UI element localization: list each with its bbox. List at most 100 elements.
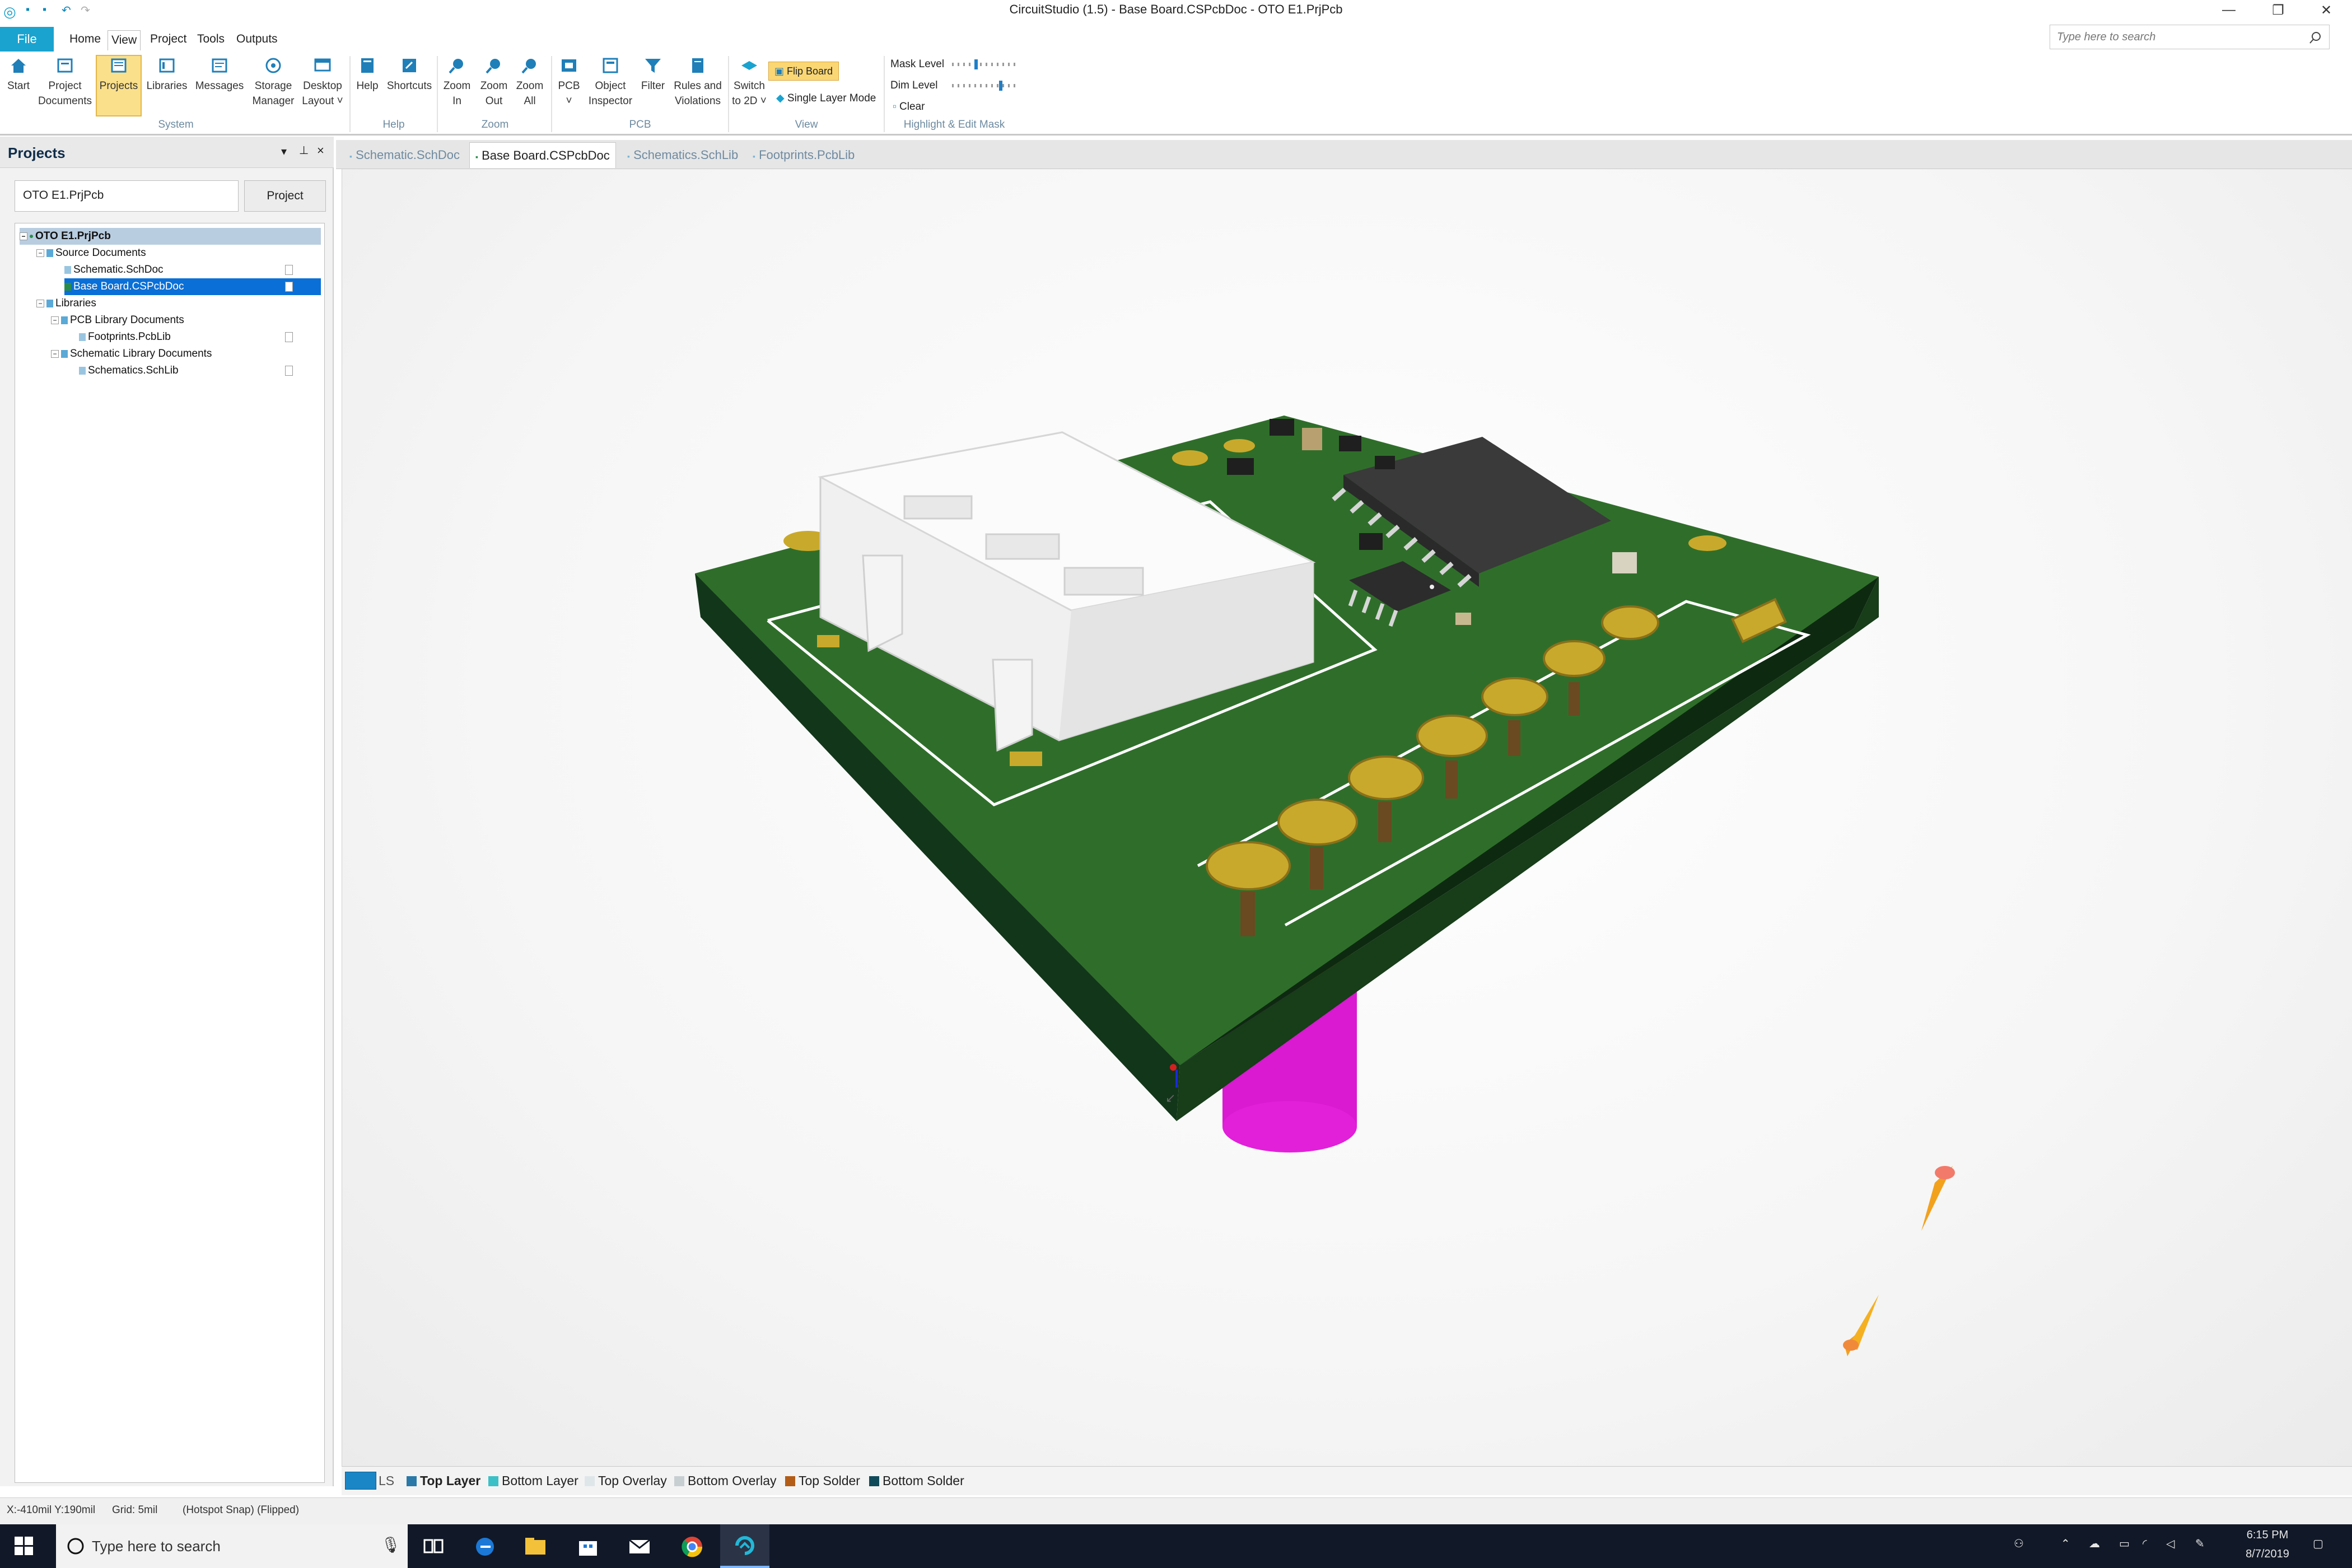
mask-level-slider[interactable]: [952, 63, 1019, 66]
tree-item-schematics-lib[interactable]: Schematics.SchLib: [79, 362, 321, 379]
mail-icon[interactable]: [627, 1534, 652, 1559]
notifications-icon[interactable]: ▢: [2313, 1537, 2323, 1551]
single-layer-mode-button[interactable]: ◆ Single Layer Mode: [776, 92, 876, 105]
project-documents-button[interactable]: Project Documents: [37, 56, 93, 109]
chrome-icon[interactable]: [680, 1534, 704, 1559]
tree-item-project[interactable]: − OTO E1.PrjPcb: [20, 228, 321, 245]
layer-tab-bottom-solder[interactable]: Bottom Solder: [869, 1472, 964, 1490]
search-icon[interactable]: [2309, 31, 2322, 44]
tree-item-source-documents[interactable]: − Source Documents: [36, 245, 321, 262]
tree-item-pcb-library-documents[interactable]: − PCB Library Documents: [51, 312, 321, 329]
tree-item-schematic[interactable]: Schematic.SchDoc: [64, 262, 321, 278]
layer-tab-top-solder[interactable]: Top Solder: [785, 1472, 860, 1490]
menu-view[interactable]: View: [108, 30, 141, 50]
pcb-3d-viewport[interactable]: ↙: [342, 169, 2352, 1466]
layer-label: Top Overlay: [598, 1473, 667, 1488]
panel-menu-icon[interactable]: ▾: [281, 144, 287, 158]
shortcuts-button[interactable]: Shortcuts: [384, 56, 435, 94]
filter-button[interactable]: Filter: [636, 56, 670, 94]
minimize-icon[interactable]: —: [2212, 2, 2246, 18]
start-label: Start: [7, 80, 30, 92]
network-icon[interactable]: ◜: [2143, 1537, 2147, 1551]
taskbar-time[interactable]: 6:15 PM: [2237, 1529, 2298, 1542]
zoom-all-label-1: Zoom: [516, 80, 544, 92]
taskbar-date[interactable]: 8/7/2019: [2237, 1548, 2298, 1561]
windows-start-icon[interactable]: [15, 1537, 34, 1556]
start-button[interactable]: Start: [3, 56, 34, 94]
taskbar-circuitstudio-active[interactable]: [720, 1524, 769, 1568]
edge-browser-icon[interactable]: [473, 1534, 497, 1559]
current-layer-color-swatch[interactable]: [345, 1472, 376, 1490]
search-box[interactable]: Type here to search: [2050, 25, 2330, 49]
layer-tab-bottom-overlay[interactable]: Bottom Overlay: [674, 1472, 777, 1490]
tab-footprints-pcblib[interactable]: ▪ Footprints.PcbLib: [747, 142, 860, 168]
clear-mask-button[interactable]: ▫ Clear: [893, 101, 925, 113]
mask-level-knob[interactable]: [974, 59, 978, 69]
object-inspector-button[interactable]: Object Inspector: [586, 56, 635, 109]
file-explorer-icon[interactable]: [523, 1534, 548, 1559]
collapse-icon[interactable]: −: [20, 232, 27, 240]
menu-home[interactable]: Home: [66, 32, 104, 46]
flip-board-button[interactable]: ▣ Flip Board: [768, 62, 839, 81]
pen-icon[interactable]: ✎: [2195, 1537, 2205, 1551]
store-icon[interactable]: [576, 1534, 600, 1559]
battery-icon[interactable]: ▭: [2119, 1537, 2130, 1551]
taskbar-search-box[interactable]: Type here to search 🎙: [56, 1524, 408, 1568]
restore-icon[interactable]: ❐: [2261, 2, 2295, 18]
object-label-1: Object: [595, 80, 626, 92]
dim-level-knob[interactable]: [999, 81, 1002, 91]
tree-label: Schematic Library Documents: [70, 348, 212, 360]
file-menu[interactable]: File: [0, 27, 54, 52]
menu-tools[interactable]: Tools: [194, 32, 228, 46]
volume-icon[interactable]: ◁: [2166, 1537, 2174, 1551]
tree-item-schematic-library-documents[interactable]: − Schematic Library Documents: [51, 346, 321, 362]
layer-set-ls[interactable]: LS: [379, 1472, 394, 1490]
layer-label: Bottom Layer: [502, 1473, 578, 1488]
layer-tab-top-layer[interactable]: Top Layer: [407, 1472, 480, 1490]
tree-item-footprints[interactable]: Footprints.PcbLib: [79, 329, 321, 346]
people-icon[interactable]: ⚇: [2014, 1537, 2024, 1551]
tab-base-board[interactable]: ▪ Base Board.CSPcbDoc: [469, 142, 616, 168]
tree-label: PCB Library Documents: [70, 314, 184, 326]
project-name-field[interactable]: OTO E1.PrjPcb: [15, 180, 239, 212]
task-view-icon[interactable]: [421, 1534, 446, 1559]
collapse-icon[interactable]: −: [51, 349, 59, 358]
layer-tab-top-overlay[interactable]: Top Overlay: [585, 1472, 667, 1490]
collapse-icon[interactable]: −: [51, 316, 59, 324]
tab-schematics-schlib[interactable]: ▪ Schematics.SchLib: [622, 142, 744, 168]
tree-item-base-board[interactable]: Base Board.CSPcbDoc: [64, 278, 321, 295]
messages-button[interactable]: Messages: [193, 56, 246, 94]
storage-manager-button[interactable]: Storage Manager: [249, 56, 298, 109]
layer-swatch: [488, 1476, 498, 1486]
help-button[interactable]: Help: [352, 56, 383, 94]
desktop-layout-button[interactable]: Desktop Layout ˅: [300, 56, 345, 109]
pcb-button[interactable]: PCB ˅: [553, 56, 585, 109]
group-zoom: Zoom: [481, 119, 509, 130]
zoom-out-button[interactable]: Zoom Out: [477, 56, 511, 109]
tree-item-libraries[interactable]: − Libraries: [36, 295, 321, 312]
collapse-icon[interactable]: −: [36, 299, 44, 307]
pin-icon[interactable]: ⊥: [299, 143, 309, 157]
panel-close-icon[interactable]: ×: [317, 143, 324, 158]
collapse-icon[interactable]: −: [36, 249, 44, 257]
projects-button[interactable]: Projects: [96, 56, 141, 94]
project-button[interactable]: Project: [244, 180, 326, 212]
tab-schematic-schdoc[interactable]: ▪ Schematic.SchDoc: [344, 142, 465, 168]
dim-level-slider[interactable]: [952, 84, 1019, 87]
microphone-icon[interactable]: 🎙: [381, 1536, 401, 1554]
onedrive-icon[interactable]: ☁: [2089, 1537, 2100, 1551]
rules-violations-button[interactable]: Rules and Violations: [670, 56, 726, 109]
zoom-in-button[interactable]: Zoom In: [440, 56, 474, 109]
tab-label: Base Board.CSPcbDoc: [482, 148, 610, 162]
menu-outputs[interactable]: Outputs: [233, 32, 281, 46]
pcb-3d-render: ↙: [695, 416, 1955, 1356]
tray-overflow-icon[interactable]: ⌃: [2061, 1537, 2070, 1551]
cursor-coordinates: X:-410mil Y:190mil: [7, 1504, 96, 1516]
switch-to-2d-button[interactable]: Switch to 2D ˅: [730, 56, 768, 109]
zoom-all-label-2: All: [524, 95, 536, 107]
menu-project[interactable]: Project: [147, 32, 190, 46]
libraries-button[interactable]: Libraries: [144, 56, 189, 94]
zoom-all-button[interactable]: Zoom All: [513, 56, 547, 109]
close-icon[interactable]: ✕: [2309, 2, 2343, 18]
layer-tab-bottom-layer[interactable]: Bottom Layer: [488, 1472, 578, 1490]
